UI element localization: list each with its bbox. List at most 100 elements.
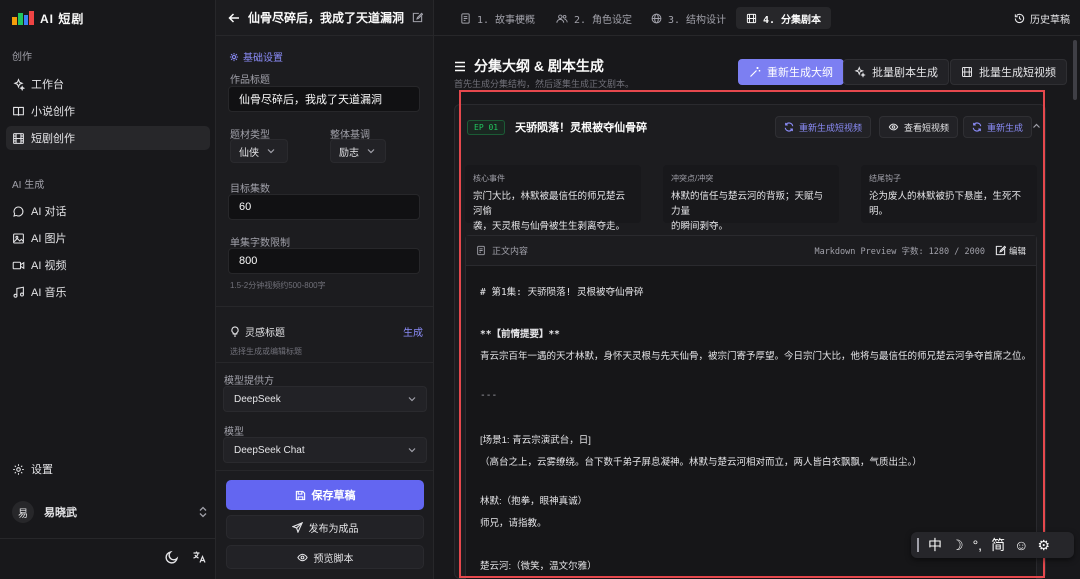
regenerate-outline-label: 重新生成大纲 <box>767 67 833 79</box>
tab-structure[interactable]: 3. 结构设计 <box>641 7 736 29</box>
edit-button[interactable]: 编辑 <box>995 245 1026 257</box>
inspiration-heading: 灵感标题 <box>230 324 285 339</box>
settings-panel: 仙骨尽碎后，我成了天道漏洞 基础设置 作品标题 仙骨尽碎后，我成了天道漏洞 题材… <box>216 0 434 579</box>
film-icon <box>746 13 757 24</box>
list-icon <box>454 61 466 72</box>
markdown-preview-info: Markdown Preview 字数: 1280 / 2000 <box>814 246 985 257</box>
batch-script-button[interactable]: 批量剧本生成 <box>843 59 949 85</box>
gear-icon <box>229 52 239 62</box>
eye-icon <box>888 122 899 132</box>
provider-select[interactable]: DeepSeek <box>223 386 427 412</box>
preview-script-button[interactable]: 预览脚本 <box>226 545 424 569</box>
episodes-label: 目标集数 <box>230 184 270 195</box>
core-event-line: 宗门大比，林默被最信任的师兄楚云河偷 <box>473 191 626 217</box>
sidebar-item-label: 短剧创作 <box>31 133 75 145</box>
sidebar: AI 短剧 创作 工作台 小说创作 短剧创作 AI 生成 AI 对话 AI 图片… <box>0 0 216 579</box>
section-title-text: 分集大纲 & 剧本生成 <box>474 58 604 74</box>
history-drafts-button[interactable]: 历史草稿 <box>1014 7 1070 29</box>
ime-simplified-toggle[interactable]: 简 <box>991 535 1005 555</box>
save-icon <box>295 490 306 501</box>
word-limit-label: 单集字数限制 <box>230 238 290 249</box>
section-ai-label: AI 生成 <box>12 180 45 191</box>
model-value: DeepSeek Chat <box>234 444 305 456</box>
lightbulb-icon <box>230 326 240 337</box>
chevron-down-icon <box>408 396 416 402</box>
sidebar-item-workbench[interactable]: 工作台 <box>6 72 210 96</box>
ime-punct-toggle[interactable]: °, <box>973 537 983 553</box>
sidebar-item-settings[interactable]: 设置 <box>6 457 210 481</box>
view-video-button[interactable]: 查看短视频 <box>879 116 959 138</box>
sidebar-item-short-drama[interactable]: 短剧创作 <box>6 126 210 150</box>
sidebar-item-ai-chat[interactable]: AI 对话 <box>6 199 210 223</box>
save-draft-button[interactable]: 保存草稿 <box>226 480 424 510</box>
tab-synopsis[interactable]: 1. 故事梗概 <box>450 7 545 29</box>
ime-settings-icon[interactable]: ⚙ <box>1037 537 1050 554</box>
project-title: 仙骨尽碎后，我成了天道漏洞 <box>248 11 405 25</box>
word-limit-input[interactable]: 800 <box>228 248 420 274</box>
sidebar-item-label: AI 图片 <box>31 233 67 245</box>
save-draft-label: 保存草稿 <box>311 490 356 502</box>
sidebar-item-ai-video[interactable]: AI 视频 <box>6 253 210 277</box>
word-limit-hint: 1.5-2分钟视频约500-800字 <box>230 281 326 290</box>
divider <box>216 470 434 471</box>
publish-button[interactable]: 发布为成品 <box>226 515 424 539</box>
divider <box>216 362 434 363</box>
edit-title-icon[interactable] <box>412 12 424 23</box>
regenerate-outline-button[interactable]: 重新生成大纲 <box>738 59 844 85</box>
image-icon <box>12 232 25 245</box>
regenerate-episode-button[interactable]: 重新生成 <box>963 116 1033 138</box>
basic-settings-label: 基础设置 <box>243 53 283 64</box>
refresh-icon <box>784 122 794 132</box>
chevron-up-icon[interactable] <box>1032 123 1041 129</box>
scrollbar[interactable] <box>1073 40 1077 100</box>
generate-title-link[interactable]: 生成 <box>403 324 423 339</box>
ime-chinese-toggle[interactable]: 中 <box>928 535 942 555</box>
arrow-left-icon[interactable] <box>228 12 240 24</box>
step-tabs: 1. 故事梗概 2. 角色设定 3. 结构设计 4. 分集剧本 历史草稿 <box>434 0 1080 36</box>
script-divider: --- <box>480 390 498 401</box>
ime-emoji-icon[interactable]: ☺ <box>1014 537 1028 553</box>
genre-select[interactable]: 仙侠 <box>230 139 288 163</box>
batch-video-button[interactable]: 批量生成短视频 <box>950 59 1067 85</box>
ime-drag-handle[interactable] <box>917 538 919 552</box>
episode-card-header[interactable]: EP 01 天骄陨落！灵根被夺仙骨碎 <box>455 105 1047 149</box>
genre-value: 仙侠 <box>239 147 259 159</box>
chevron-up-down-icon <box>198 506 208 518</box>
user-name: 易晓武 <box>44 507 77 519</box>
user-menu[interactable]: 易 易晓武 <box>12 500 208 524</box>
model-select[interactable]: DeepSeek Chat <box>223 437 427 463</box>
moon-icon[interactable] <box>164 549 180 565</box>
film-icon <box>961 66 973 78</box>
film-icon <box>12 132 25 145</box>
work-title-input[interactable]: 仙骨尽碎后，我成了天道漏洞 <box>228 86 420 112</box>
basic-settings-heading[interactable]: 基础设置 <box>229 49 283 64</box>
view-video-label: 查看短视频 <box>904 122 950 133</box>
sidebar-item-label: 工作台 <box>31 79 64 91</box>
tab-episode-script[interactable]: 4. 分集剧本 <box>736 7 832 29</box>
inspiration-hint: 选择生成或编辑标题 <box>230 347 302 356</box>
chevron-down-icon <box>267 148 275 154</box>
chevron-down-icon <box>408 447 416 453</box>
ime-moon-icon[interactable]: ☽ <box>951 537 964 554</box>
chevron-down-icon <box>367 148 375 154</box>
refresh-icon <box>972 122 982 132</box>
script-line: 林默:（抱拳，眼神真诚） <box>480 496 588 507</box>
tone-select[interactable]: 励志 <box>330 139 386 163</box>
tab-label: 4. 分集剧本 <box>763 14 822 26</box>
script-line: [场景1: 青云宗演武台，日] <box>480 435 591 446</box>
globe-icon <box>651 13 662 24</box>
regenerate-video-button[interactable]: 重新生成短视频 <box>775 116 872 138</box>
video-icon <box>12 259 25 272</box>
sidebar-item-ai-image[interactable]: AI 图片 <box>6 226 210 250</box>
provider-label: 模型提供方 <box>224 376 274 387</box>
tab-characters[interactable]: 2. 角色设定 <box>546 7 642 29</box>
episodes-input[interactable]: 60 <box>228 194 420 220</box>
app-logo[interactable]: AI 短剧 <box>12 8 84 28</box>
model-label: 模型 <box>224 427 244 438</box>
chat-icon <box>12 205 25 218</box>
edit-label: 编辑 <box>1008 245 1026 256</box>
sidebar-item-novel[interactable]: 小说创作 <box>6 99 210 123</box>
hook-line: 沦为废人的林默被扔下悬崖，生死不明。 <box>869 191 1022 217</box>
translate-icon[interactable] <box>192 550 206 564</box>
sidebar-item-ai-music[interactable]: AI 音乐 <box>6 280 210 304</box>
